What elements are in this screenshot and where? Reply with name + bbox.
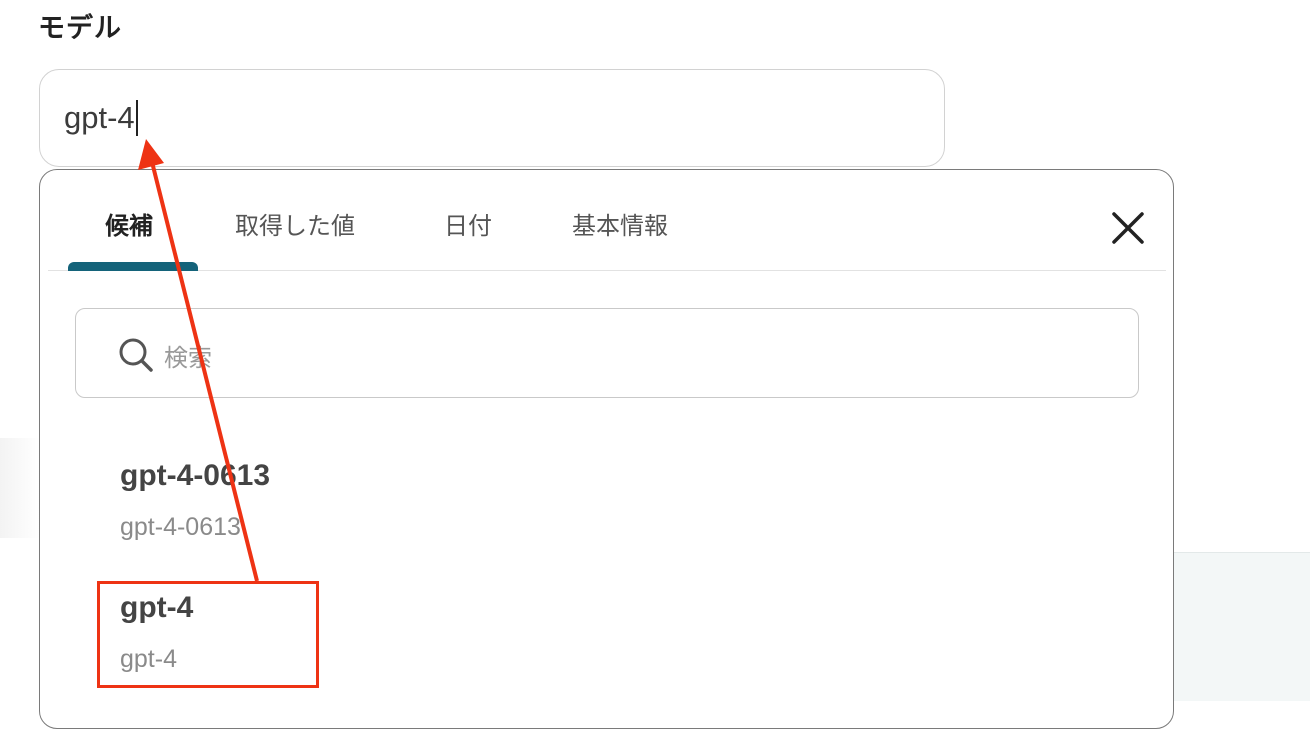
model-field-label: モデル [38, 13, 122, 44]
model-input-value-wrap: gpt-4 [64, 100, 138, 136]
tab-basic-info[interactable]: 基本情報 [572, 206, 668, 241]
background-panel [1172, 552, 1310, 701]
option-title: gpt-4-0613 [120, 459, 271, 492]
option-subtitle: gpt-4-0613 [120, 513, 241, 541]
close-button[interactable] [1104, 204, 1152, 252]
tab-candidates[interactable]: 候補 [105, 206, 153, 241]
tab-acquired-values[interactable]: 取得した値 [235, 206, 355, 241]
model-input[interactable]: gpt-4 [39, 69, 945, 167]
model-input-value: gpt-4 [64, 100, 135, 135]
text-caret [135, 100, 138, 136]
tab-bar: 候補 取得した値 日付 基本情報 [48, 170, 1166, 271]
annotation-highlight-box [97, 581, 319, 688]
active-tab-indicator [68, 262, 198, 271]
tab-date[interactable]: 日付 [444, 206, 492, 241]
search-placeholder: 検索 [164, 344, 212, 372]
option-item[interactable]: gpt-4-0613 gpt-4-0613 [120, 458, 520, 542]
search-input[interactable]: 検索 [75, 308, 1139, 398]
close-icon [1112, 212, 1144, 244]
background-shadow [0, 438, 40, 538]
search-icon [119, 338, 153, 372]
